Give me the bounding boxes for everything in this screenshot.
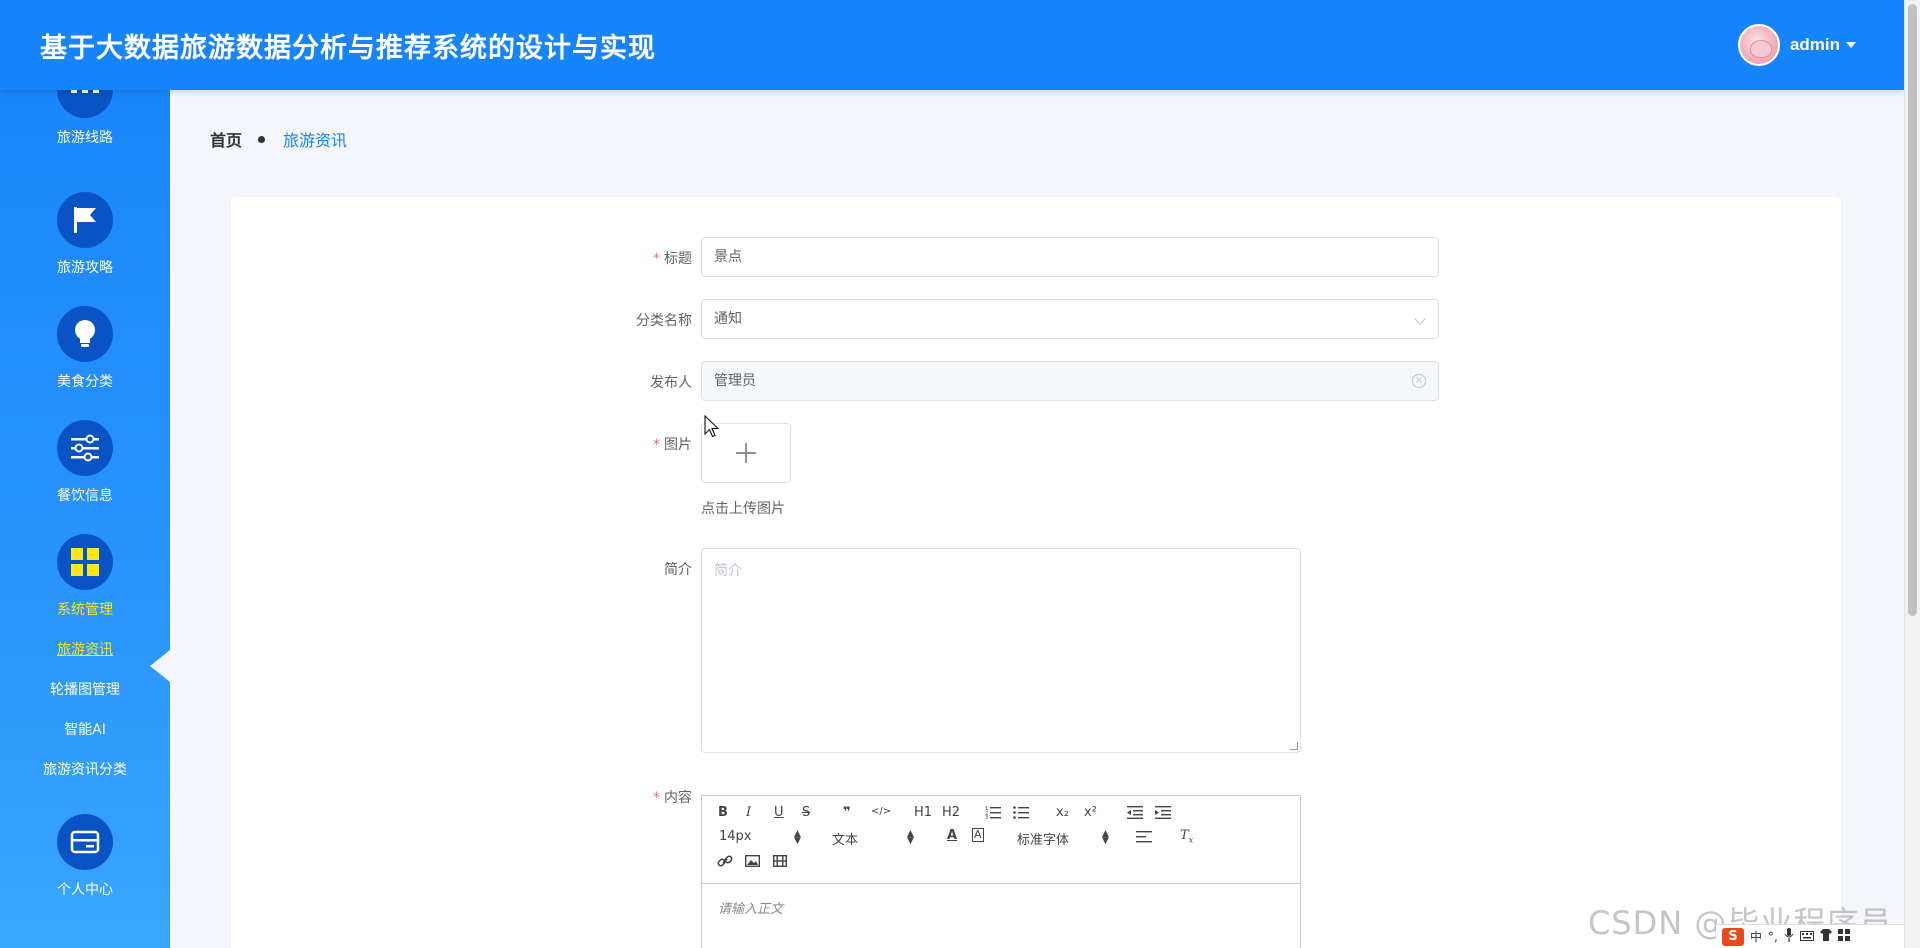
intro-placeholder: 简介 <box>714 563 742 579</box>
resize-handle[interactable] <box>1290 742 1298 750</box>
subscript-button[interactable]: x₂ <box>1056 805 1069 820</box>
header2-button[interactable]: H2 <box>942 805 960 820</box>
svg-text:3: 3 <box>985 815 988 819</box>
required-mark: * <box>653 790 660 806</box>
indent-icon[interactable] <box>1155 806 1171 823</box>
grid-icon <box>57 534 113 590</box>
sidebar-item-travel-routes[interactable]: 旅游线路 <box>0 90 170 147</box>
title-label: * 标题 <box>653 251 692 267</box>
text-color-icon[interactable]: A <box>947 828 957 843</box>
align-icon[interactable] <box>1136 831 1152 847</box>
font-size-select[interactable]: 14px <box>719 829 752 844</box>
bullet-list-icon[interactable] <box>1013 805 1029 823</box>
required-mark: * <box>653 251 660 267</box>
sliders-icon <box>57 420 113 476</box>
category-select[interactable]: 通知 <box>701 299 1439 339</box>
active-indicator <box>150 650 170 682</box>
blockquote-button[interactable]: ❞ <box>843 805 851 820</box>
breadcrumb-current: 旅游资讯 <box>283 131 348 150</box>
ime-language[interactable]: 中 <box>1750 928 1762 945</box>
required-mark: * <box>653 437 660 453</box>
system-tray: S 中 °, <box>1716 924 1904 948</box>
microphone-icon[interactable] <box>1784 928 1794 945</box>
intro-label: 简介 <box>664 562 692 578</box>
select-arrows-icon: ▲ ▼ <box>1102 829 1109 846</box>
header1-button[interactable]: H1 <box>914 805 932 820</box>
scrollbar-thumb[interactable] <box>1908 4 1917 616</box>
clear-icon[interactable]: × <box>1412 374 1426 388</box>
sidebar-item-food-categories[interactable]: 美食分类 <box>0 306 170 391</box>
sidebar-subitem-carousel[interactable]: 轮播图管理 <box>0 679 170 699</box>
intro-textarea[interactable]: 简介 <box>701 548 1301 753</box>
app-title: 基于大数据旅游数据分析与推荐系统的设计与实现 <box>40 33 656 64</box>
breadcrumb-home[interactable]: 首页 <box>210 127 242 151</box>
video-icon[interactable] <box>772 854 788 871</box>
content-label: * 内容 <box>653 790 692 806</box>
upload-tip: 点击上传图片 <box>701 501 785 517</box>
dots-icon <box>57 90 113 118</box>
editor-placeholder: 请输入正文 <box>718 902 784 917</box>
publisher-label: 发布人 <box>650 375 692 391</box>
flag-icon <box>57 192 113 248</box>
shirt-icon[interactable] <box>1819 929 1832 944</box>
keyboard-icon[interactable] <box>1799 930 1814 944</box>
sidebar-item-label: 美食分类 <box>57 374 113 390</box>
rich-text-editor: B I U S ❞ </> H1 H2 123 x₂ x² 14px ▲ ▼ 文本… <box>701 795 1301 948</box>
sidebar-item-label: 旅游线路 <box>57 130 113 146</box>
punctuation-icon[interactable]: °, <box>1768 930 1778 944</box>
font-family-select[interactable]: 标准字体 <box>1017 829 1069 848</box>
card-icon <box>57 814 113 870</box>
publisher-input[interactable]: 管理员 × <box>701 361 1439 401</box>
sidebar-item-personal-center[interactable]: 个人中心 <box>0 814 170 899</box>
bold-button[interactable]: B <box>718 805 728 820</box>
bulb-icon <box>57 306 113 362</box>
sidebar-item-label: 餐饮信息 <box>57 488 113 504</box>
breadcrumb-separator <box>258 135 266 143</box>
clean-format-icon[interactable]: Tx <box>1180 828 1193 845</box>
sidebar: 旅游线路 旅游攻略 美食分类 餐饮信息 系统管理 旅游资讯 轮播图管理 智能AI… <box>0 90 170 948</box>
grid-apps-icon[interactable] <box>1837 929 1850 944</box>
username[interactable]: admin <box>1790 35 1840 55</box>
sidebar-item-label: 个人中心 <box>57 882 113 898</box>
sidebar-item-system-management[interactable]: 系统管理 <box>0 534 170 619</box>
superscript-button[interactable]: x² <box>1084 805 1097 820</box>
strike-button[interactable]: S <box>802 805 810 820</box>
sidebar-subitem-smart-ai[interactable]: 智能AI <box>0 719 170 739</box>
outdent-icon[interactable] <box>1127 806 1143 823</box>
ordered-list-icon[interactable]: 123 <box>985 805 1001 823</box>
sidebar-subitem-news-categories[interactable]: 旅游资讯分类 <box>0 759 170 779</box>
user-menu[interactable]: admin <box>1737 24 1856 66</box>
avatar[interactable] <box>1737 24 1780 66</box>
select-arrows-icon: ▲ ▼ <box>794 829 801 846</box>
link-icon[interactable] <box>717 854 733 872</box>
mouse-cursor-icon <box>704 415 720 438</box>
category-label: 分类名称 <box>636 313 692 329</box>
sidebar-item-travel-guides[interactable]: 旅游攻略 <box>0 192 170 277</box>
background-color-icon[interactable]: A <box>972 828 984 842</box>
sidebar-item-dining-info[interactable]: 餐饮信息 <box>0 420 170 505</box>
title-input[interactable]: 景点 <box>701 237 1439 277</box>
page-scrollbar[interactable] <box>1904 0 1920 948</box>
italic-button[interactable]: I <box>746 805 751 820</box>
ime-logo-icon[interactable]: S <box>1722 927 1744 946</box>
header-select[interactable]: 文本 <box>832 829 858 848</box>
editor-toolbar: B I U S ❞ </> H1 H2 123 x₂ x² 14px ▲ ▼ 文本… <box>702 796 1300 884</box>
caret-down-icon[interactable] <box>1846 42 1856 48</box>
breadcrumb: 首页 旅游资讯 <box>210 127 347 151</box>
chevron-down-icon <box>1414 313 1426 325</box>
sidebar-item-label: 系统管理 <box>57 602 113 618</box>
image-label: * 图片 <box>653 437 692 453</box>
underline-button[interactable]: U <box>774 805 784 820</box>
select-arrows-icon: ▲ ▼ <box>907 829 914 846</box>
sidebar-item-label: 旅游攻略 <box>57 260 113 276</box>
sidebar-subitem-travel-news[interactable]: 旅游资讯 <box>0 639 170 659</box>
image-icon[interactable] <box>744 854 761 871</box>
code-block-button[interactable]: </> <box>871 806 891 817</box>
top-header: 基于大数据旅游数据分析与推荐系统的设计与实现 admin <box>0 0 1904 90</box>
